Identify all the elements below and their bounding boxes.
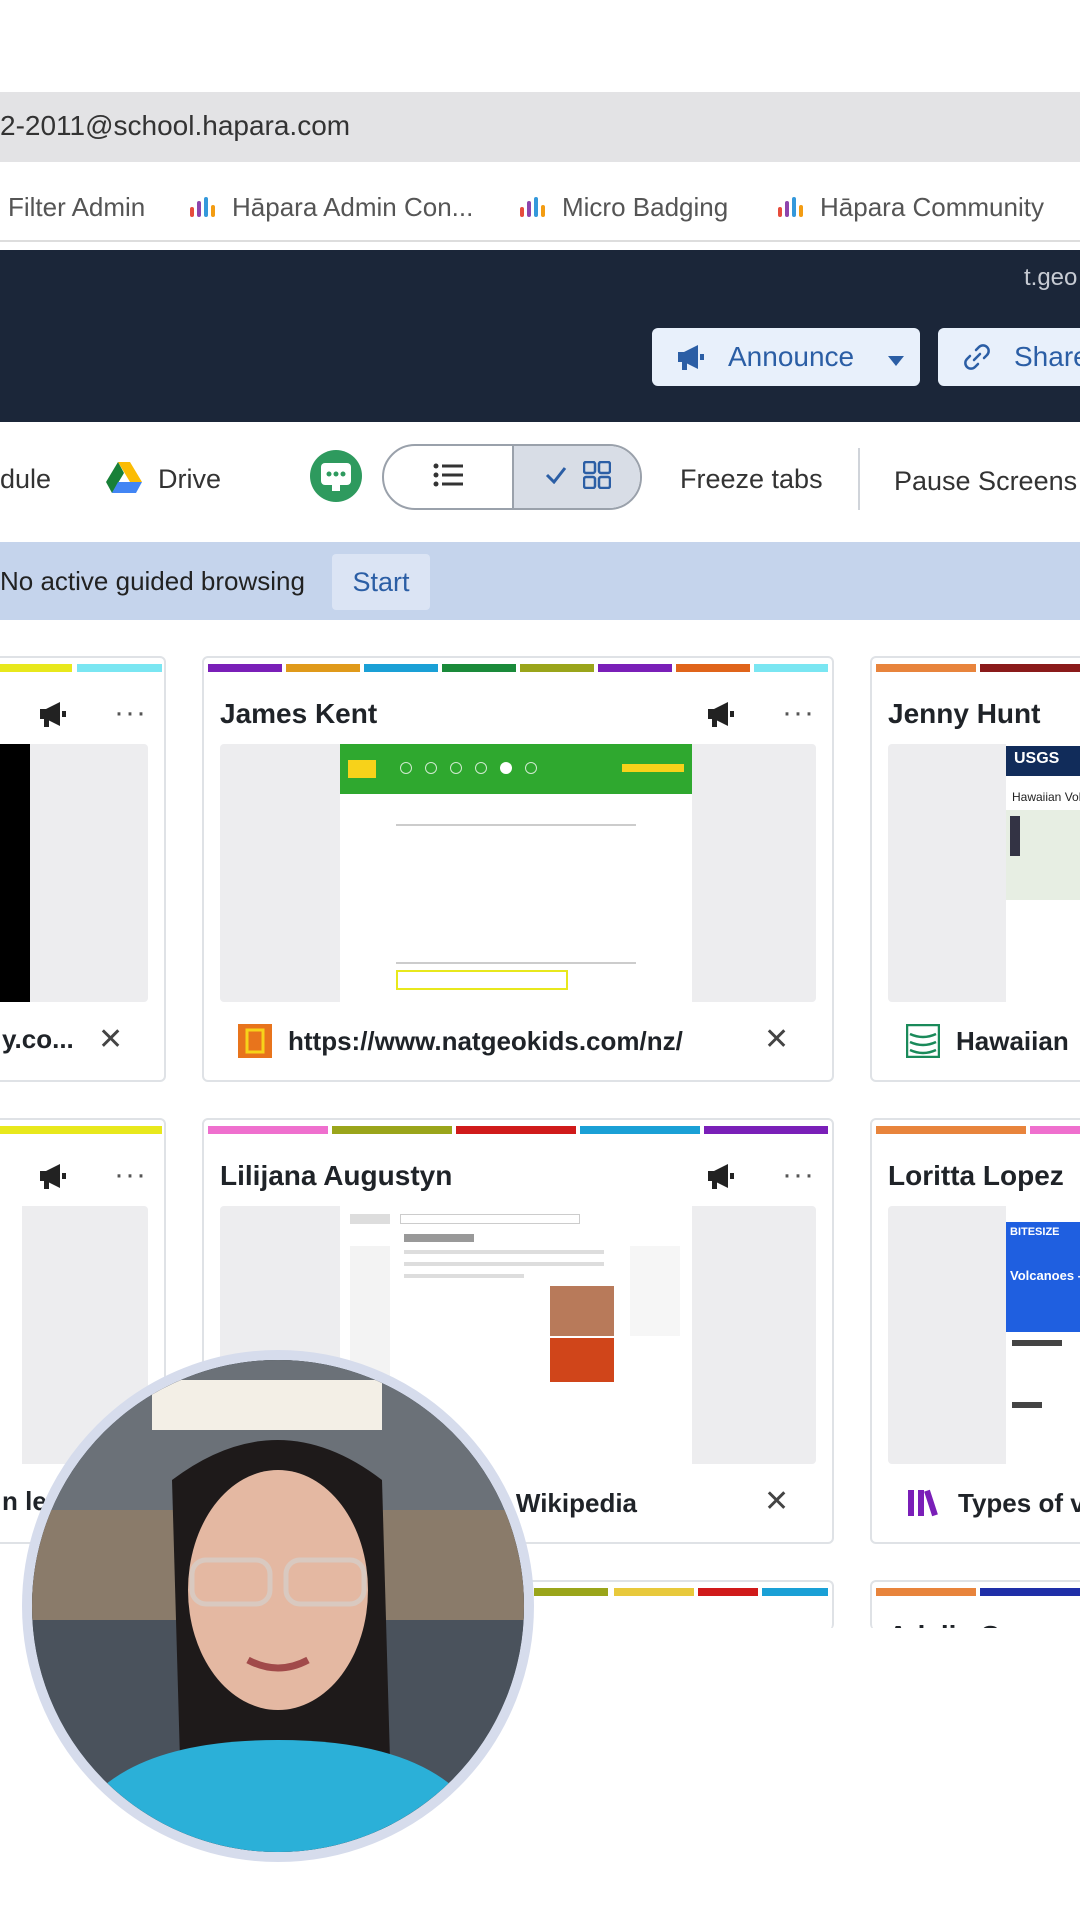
more-options-icon[interactable]: ··· <box>782 1158 815 1192</box>
tab-url[interactable]: - Wikipedia <box>500 1488 637 1519</box>
guided-browsing-banner: No active guided browsing Start <box>0 542 1080 620</box>
bitesize-icon <box>906 1486 940 1523</box>
megaphone-icon[interactable] <box>706 700 736 733</box>
bookmarks-bar: Filter Admin Hāpara Admin Con... Micro B… <box>0 170 1080 242</box>
address-text: 2-2011@school.hapara.com <box>0 110 351 141</box>
thumbnail-title: Hawaiian Vol <box>1012 790 1080 804</box>
close-tab-icon[interactable]: ✕ <box>764 1022 789 1057</box>
list-icon <box>433 463 463 492</box>
student-card[interactable]: Loritta Lopez BITESIZE Volcanoes - Types… <box>870 1118 1080 1544</box>
link-icon <box>962 342 992 372</box>
share-button[interactable]: Share <box>938 328 1080 386</box>
megaphone-icon[interactable] <box>38 1162 68 1195</box>
drive-icon <box>106 462 142 499</box>
toolbar-divider <box>858 448 860 510</box>
tab-url[interactable]: y.co... <box>2 1024 74 1055</box>
natgeo-icon <box>238 1024 272 1063</box>
student-card[interactable]: Adalia Cruz <box>870 1580 1080 1630</box>
student-card[interactable]: ··· y.co... ✕ <box>0 656 166 1082</box>
megaphone-icon[interactable] <box>706 1162 736 1195</box>
guided-browsing-status: No active guided browsing <box>0 566 305 596</box>
student-card[interactable]: Jenny Hunt USGS Hawaiian Vol Hawaiian <box>870 656 1080 1082</box>
screen: 2-2011@school.hapara.com Filter Admin Hā… <box>0 0 1080 1920</box>
view-toggle <box>382 444 642 510</box>
screen-thumbnail[interactable] <box>220 744 816 1002</box>
usgs-brand: USGS <box>1014 750 1060 767</box>
more-options-icon[interactable]: ··· <box>114 696 147 730</box>
bookmark-hapara-admin[interactable]: Hāpara Admin Con... <box>190 192 473 223</box>
close-tab-icon[interactable]: ✕ <box>98 1022 123 1057</box>
screen-thumbnail[interactable]: BITESIZE Volcanoes - <box>888 1206 1080 1464</box>
start-guided-browsing-button[interactable]: Start <box>332 554 430 610</box>
app-header: t.geo Announce Share <box>0 250 1080 422</box>
bbc-brand: BITESIZE <box>1010 1226 1060 1238</box>
announce-button[interactable]: Announce <box>652 328 920 386</box>
screen-thumbnail[interactable]: USGS Hawaiian Vol <box>888 744 1080 1002</box>
megaphone-icon[interactable] <box>38 700 68 733</box>
chevron-down-icon <box>888 341 905 373</box>
student-name: Lilijana Augustyn <box>220 1160 453 1191</box>
close-tab-icon[interactable]: ✕ <box>764 1484 789 1519</box>
more-options-icon[interactable]: ··· <box>782 696 815 730</box>
thumbnail-title: Volcanoes - <box>1010 1268 1080 1283</box>
bookmark-micro-badging[interactable]: Micro Badging <box>520 192 728 223</box>
screen-thumbnail[interactable] <box>0 744 148 1002</box>
tab-url[interactable]: https://www.natgeokids.com/nz/ <box>288 1026 683 1057</box>
list-view-button[interactable] <box>384 446 512 508</box>
tab-url[interactable]: Hawaiian <box>956 1026 1069 1057</box>
bookmark-filter-admin[interactable]: Filter Admin <box>8 192 145 223</box>
pause-screens-button[interactable]: Pause Screens <box>894 466 1077 497</box>
usgs-icon <box>905 1023 941 1063</box>
drive-button[interactable]: Drive <box>158 464 221 495</box>
guided-browsing-icon[interactable] <box>310 450 362 507</box>
check-icon <box>545 466 567 489</box>
megaphone-icon <box>676 343 706 371</box>
hapara-icon <box>190 196 218 219</box>
bookmark-hapara-community[interactable]: Hāpara Community <box>778 192 1044 223</box>
hapara-icon <box>778 196 806 219</box>
grid-view-button[interactable] <box>512 446 640 508</box>
class-toolbar: dule Drive Freeze tabs Pause Screens <box>0 422 1080 542</box>
student-name: Loritta Lopez <box>888 1160 1064 1191</box>
tab-url[interactable]: Types of v <box>958 1488 1080 1519</box>
address-bar[interactable]: 2-2011@school.hapara.com <box>0 92 1080 162</box>
schedule-button[interactable]: dule <box>0 464 51 495</box>
student-name: Jenny Hunt <box>888 698 1041 729</box>
user-name: t.geo <box>1024 264 1078 291</box>
presenter-webcam <box>22 1350 534 1862</box>
freeze-tabs-button[interactable]: Freeze tabs <box>680 464 823 495</box>
more-options-icon[interactable]: ··· <box>114 1158 147 1192</box>
grid-icon <box>582 460 612 494</box>
student-card[interactable]: James Kent ··· https://www.natgeokids.co… <box>202 656 834 1082</box>
student-name: James Kent <box>220 698 378 729</box>
hapara-icon <box>520 196 548 219</box>
